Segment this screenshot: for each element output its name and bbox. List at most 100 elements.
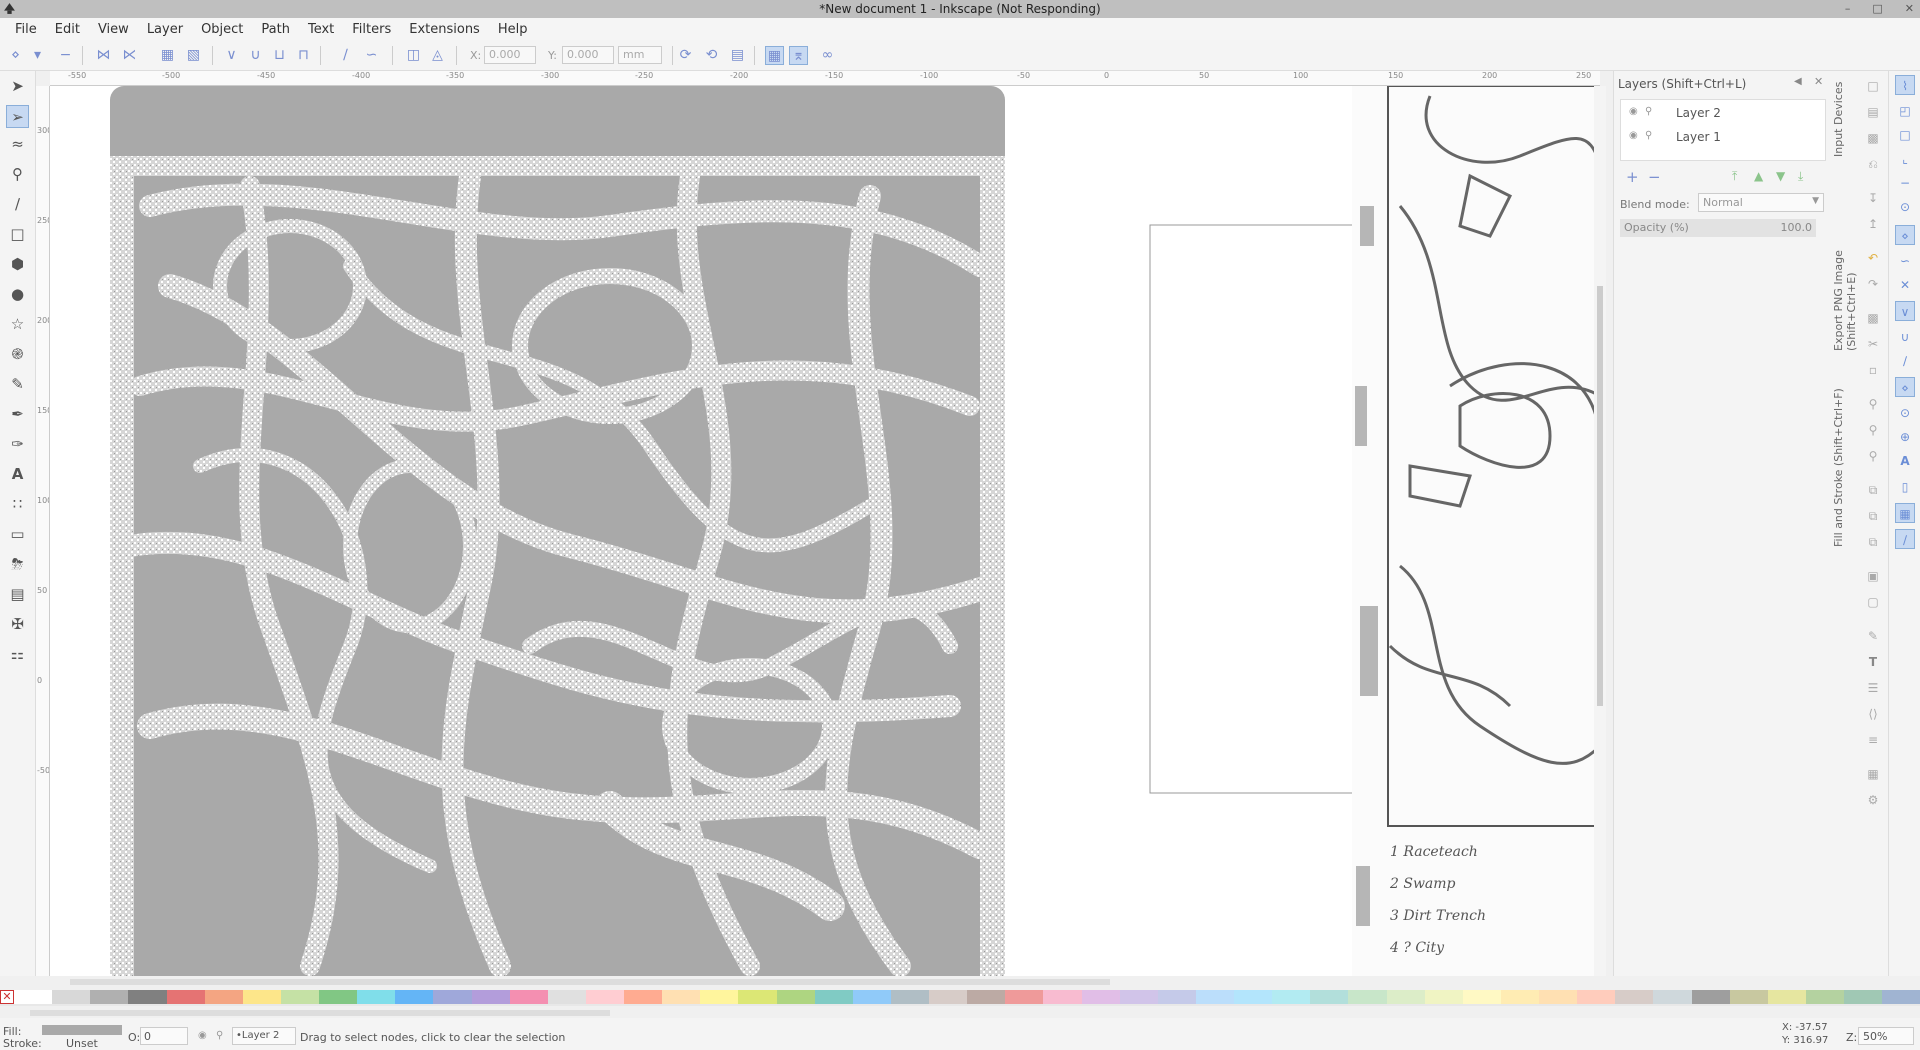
snap-page-border-icon[interactable]: ▯ bbox=[1895, 477, 1915, 497]
paint-bucket-tool-icon[interactable]: ⛈ bbox=[6, 553, 29, 576]
rectangle-tool-icon[interactable]: □ bbox=[6, 223, 29, 246]
tab-input-devices[interactable]: Input Devices bbox=[1832, 77, 1845, 157]
opacity-field[interactable]: 0 bbox=[140, 1027, 188, 1045]
join-segment-icon[interactable]: ▦ bbox=[158, 46, 177, 65]
remove-layer-icon[interactable]: − bbox=[1648, 168, 1661, 186]
show-handles-icon[interactable]: ⌆ bbox=[789, 46, 808, 65]
color-swatch[interactable] bbox=[90, 990, 129, 1004]
snap-cusp-icon[interactable]: ∨ bbox=[1895, 301, 1915, 321]
x-coordinate-field[interactable]: 0.000 bbox=[484, 46, 536, 64]
color-swatch[interactable] bbox=[1729, 990, 1768, 1004]
node-auto-icon[interactable]: ⊓ bbox=[294, 46, 313, 65]
color-swatch[interactable] bbox=[967, 990, 1006, 1004]
color-swatch[interactable] bbox=[1653, 990, 1692, 1004]
zoom-selection-icon[interactable]: ⚲ bbox=[1864, 395, 1882, 413]
layer-row[interactable]: ◉ ⚲ Layer 2 bbox=[1621, 102, 1825, 124]
save-icon[interactable]: ▩ bbox=[1864, 129, 1882, 147]
node-cusp-icon[interactable]: ∨ bbox=[222, 46, 241, 65]
color-swatch[interactable] bbox=[1805, 990, 1844, 1004]
snap-bbox-center-icon[interactable]: ⊙ bbox=[1895, 197, 1915, 217]
menu-filters[interactable]: Filters bbox=[343, 22, 400, 37]
panel-close-icon[interactable]: ✕ bbox=[1814, 75, 1823, 88]
layer-row[interactable]: ◉ ⚲ Layer 1 bbox=[1621, 126, 1825, 148]
layer-to-top-icon[interactable]: ⤒ bbox=[1732, 169, 1737, 184]
color-swatch[interactable] bbox=[357, 990, 396, 1004]
color-swatch[interactable] bbox=[662, 990, 701, 1004]
tweak-tool-icon[interactable]: ≈ bbox=[6, 133, 29, 156]
color-swatch[interactable] bbox=[1081, 990, 1120, 1004]
fill-indicator[interactable] bbox=[42, 1025, 122, 1035]
color-swatch[interactable] bbox=[814, 990, 853, 1004]
menu-extensions[interactable]: Extensions bbox=[400, 22, 489, 37]
color-swatch[interactable] bbox=[585, 990, 624, 1004]
copy-icon[interactable]: ▩ bbox=[1864, 309, 1882, 327]
pencil-tool-icon[interactable]: ✎ bbox=[6, 373, 29, 396]
text-dialog-icon[interactable]: T bbox=[1864, 653, 1882, 671]
snap-center-icon[interactable]: ⊙ bbox=[1895, 403, 1915, 423]
clone-icon[interactable]: ⧉ bbox=[1864, 507, 1882, 525]
color-swatch[interactable] bbox=[1767, 990, 1806, 1004]
blend-mode-select[interactable]: Normal ▼ bbox=[1698, 193, 1824, 212]
measure-tool-icon[interactable]: ∕ bbox=[6, 193, 29, 216]
minimize-button[interactable]: – bbox=[1845, 0, 1851, 18]
zoom-page-icon[interactable]: ⚲ bbox=[1864, 447, 1882, 465]
snap-bbox-corner-icon[interactable]: ⌞ bbox=[1895, 149, 1915, 169]
selector-tool-icon[interactable]: ➤ bbox=[6, 75, 29, 98]
layer-raise-icon[interactable]: ▲ bbox=[1754, 169, 1763, 183]
menu-edit[interactable]: Edit bbox=[46, 22, 89, 37]
color-swatch[interactable] bbox=[1234, 990, 1273, 1004]
menu-help[interactable]: Help bbox=[489, 22, 537, 37]
document-properties-icon[interactable]: ▦ bbox=[1864, 765, 1882, 783]
color-swatch[interactable] bbox=[1119, 990, 1158, 1004]
tab-export-png[interactable]: Export PNG Image (Shift+Ctrl+E) bbox=[1832, 171, 1858, 351]
layer-to-bottom-icon[interactable]: ⤓ bbox=[1798, 169, 1803, 184]
panel-iconify-icon[interactable]: ◀ bbox=[1794, 76, 1802, 87]
color-swatch[interactable] bbox=[929, 990, 968, 1004]
show-outline-icon[interactable]: ∞ bbox=[818, 46, 837, 65]
insert-node-icon[interactable]: ⋄ bbox=[6, 46, 25, 65]
align-dialog-icon[interactable]: ≡ bbox=[1864, 731, 1882, 749]
export-icon[interactable]: ↥ bbox=[1864, 215, 1882, 233]
color-swatch[interactable] bbox=[166, 990, 205, 1004]
color-swatch[interactable] bbox=[242, 990, 281, 1004]
maximize-button[interactable]: □ bbox=[1872, 0, 1882, 18]
gradient-tool-icon[interactable]: ▤ bbox=[6, 583, 29, 606]
color-swatch[interactable] bbox=[1310, 990, 1349, 1004]
star-tool-icon[interactable]: ☆ bbox=[6, 313, 29, 336]
snap-intersection-icon[interactable]: ✕ bbox=[1895, 275, 1915, 295]
layer-lower-icon[interactable]: ▼ bbox=[1776, 169, 1785, 183]
color-swatch[interactable] bbox=[509, 990, 548, 1004]
color-swatch[interactable] bbox=[14, 990, 53, 1004]
snap-others-icon[interactable]: ⋄ bbox=[1895, 377, 1915, 397]
zoom-field[interactable]: 50% bbox=[1858, 1027, 1914, 1045]
node-tool-icon[interactable]: ➢ bbox=[6, 105, 29, 128]
ungroup-icon[interactable]: ▢ bbox=[1864, 593, 1882, 611]
layers-dialog-icon[interactable]: ☰ bbox=[1864, 679, 1882, 697]
current-layer-select[interactable]: •Layer 2 bbox=[232, 1027, 296, 1045]
group-icon[interactable]: ▣ bbox=[1864, 567, 1882, 585]
snap-bbox-edge-icon[interactable]: □ bbox=[1895, 125, 1915, 145]
color-swatch[interactable] bbox=[738, 990, 777, 1004]
layer-visibility-icon[interactable]: ◉ bbox=[198, 1030, 207, 1041]
delete-node-icon[interactable]: − bbox=[56, 46, 75, 65]
horizontal-scroll-thumb[interactable] bbox=[70, 979, 1110, 985]
snap-midpoint-icon[interactable]: ∕ bbox=[1895, 351, 1915, 371]
color-swatch[interactable] bbox=[471, 990, 510, 1004]
lock-icon[interactable]: ⚲ bbox=[1645, 130, 1652, 141]
undo-icon[interactable]: ↶ bbox=[1864, 249, 1882, 267]
import-icon[interactable]: ↧ bbox=[1864, 189, 1882, 207]
insert-node-dropdown-icon[interactable]: ▾ bbox=[28, 46, 47, 65]
3d-box-tool-icon[interactable]: ⬢ bbox=[6, 253, 29, 276]
color-swatch[interactable] bbox=[1005, 990, 1044, 1004]
menu-object[interactable]: Object bbox=[192, 22, 252, 37]
text-tool-icon[interactable]: A bbox=[6, 463, 29, 486]
show-path-effect-icon[interactable]: ▤ bbox=[728, 46, 747, 65]
snap-paths-icon[interactable]: ∽ bbox=[1895, 251, 1915, 271]
segment-curve-icon[interactable]: ∽ bbox=[362, 46, 381, 65]
color-swatch[interactable] bbox=[776, 990, 815, 1004]
visibility-eye-icon[interactable]: ◉ bbox=[1629, 106, 1638, 117]
eraser-tool-icon[interactable]: ▭ bbox=[6, 523, 29, 546]
lock-icon[interactable]: ⚲ bbox=[1645, 106, 1652, 117]
menu-view[interactable]: View bbox=[89, 22, 138, 37]
zoom-tool-icon[interactable]: ⚲ bbox=[6, 163, 29, 186]
